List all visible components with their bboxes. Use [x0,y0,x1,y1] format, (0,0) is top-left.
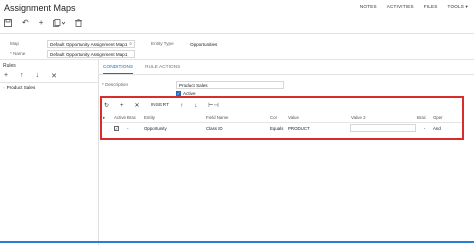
table-row[interactable]: ✓ - Opportunity Class ID Equals PRODUCT … [102,123,462,133]
col-condition[interactable]: Cor [269,115,287,120]
map-value: Default Opportunity Assignment Map1 [50,41,128,47]
row-active-checkbox[interactable]: ✓ [114,125,119,131]
col-attach-icon: ▸ [103,114,106,120]
rules-title: Rules [3,63,16,69]
cell-condition[interactable]: Equals [269,126,287,131]
copy-icon[interactable] [53,19,66,27]
arrow-up-icon[interactable]: ↑ [20,72,24,80]
name-label: * Name [10,51,26,56]
col-field-name[interactable]: Field Name [205,115,269,120]
arrow-down-icon[interactable]: ↓ [36,72,40,80]
col-brac2[interactable]: Brac [416,115,432,120]
refresh-icon[interactable]: ↻ [104,102,109,109]
entity-type-label: Entity Type [151,41,174,46]
tab-rule-actions[interactable]: RULE ACTIONS [145,65,180,74]
rule-file-icon: ▫ [3,85,5,90]
fit-columns-icon[interactable]: ⊢⊣ [208,102,218,109]
name-input[interactable]: Default Opportunity Assignment Map1 [47,50,135,58]
conditions-grid: ▸ Active Brac Entity Field Name Cor Valu… [102,113,462,133]
main-toolbar: ↶ + [4,17,83,29]
description-input[interactable]: Product Sales [176,81,284,89]
cell-value2[interactable] [350,124,416,132]
tab-bar: CONDITIONS RULE ACTIONS [103,65,180,74]
cell-brac2[interactable]: - [416,126,432,131]
grid-header-row: ▸ Active Brac Entity Field Name Cor Valu… [102,113,462,123]
top-links: NOTES ACTIVITIES FILES TOOLS ▾ [360,4,468,10]
files-link[interactable]: FILES [424,4,438,10]
cell-active[interactable]: ✓ [113,125,126,131]
grid-toolbar: ↻ + ✕ INSERT ↑ ↓ ⊢⊣ [104,102,219,110]
delete-rule-icon[interactable]: ✕ [51,72,57,80]
cell-oper[interactable]: And [432,126,462,131]
col-active[interactable]: Active [113,115,126,120]
col-entity[interactable]: Entity [143,115,205,120]
tab-conditions[interactable]: CONDITIONS [103,65,134,74]
page-title: Assignment Maps [4,3,76,13]
add-rule-icon[interactable]: + [4,72,8,80]
rule-item-label: Product Sales [6,85,36,90]
add-icon[interactable]: + [39,18,44,28]
move-up-icon[interactable]: ↑ [180,103,183,109]
cell-field-name[interactable]: Class ID [205,126,269,131]
delete-icon[interactable] [75,19,83,27]
col-value2[interactable]: Value 2 [350,115,416,120]
map-input[interactable]: Default Opportunity Assignment Map1 ⌕ [47,40,135,48]
delete-row-icon[interactable]: ✕ [135,102,140,109]
rules-toolbar: + ↑ ↓ ✕ [4,72,57,80]
cell-entity[interactable]: Opportunity [143,126,205,131]
tabs-divider [99,74,474,75]
add-row-icon[interactable]: + [120,103,124,109]
notes-link[interactable]: NOTES [360,4,377,10]
col-oper[interactable]: Oper [432,115,462,120]
tools-menu[interactable]: TOOLS ▾ [448,4,468,10]
rules-divider [0,82,98,83]
description-label: * Description [102,82,129,87]
form-divider [0,59,474,60]
insert-button[interactable]: INSERT [151,103,170,108]
cell-brac[interactable]: - [126,126,143,131]
col-value[interactable]: Value [287,115,350,120]
col-brac[interactable]: Brac [126,115,143,120]
activities-link[interactable]: ACTIVITIES [387,4,414,10]
search-icon[interactable]: ⌕ [129,41,132,47]
map-label: Map [10,41,19,46]
undo-icon[interactable]: ↶ [22,18,29,28]
panel-divider [98,59,99,245]
cell-value[interactable]: PRODUCT [287,126,350,131]
bottom-accent-bar [0,241,474,243]
save-icon[interactable] [4,19,12,27]
rule-item[interactable]: ▫ Product Sales [3,85,35,90]
header-divider [0,33,474,34]
move-down-icon[interactable]: ↓ [194,103,197,109]
entity-type-value: Opportunities [190,41,218,47]
